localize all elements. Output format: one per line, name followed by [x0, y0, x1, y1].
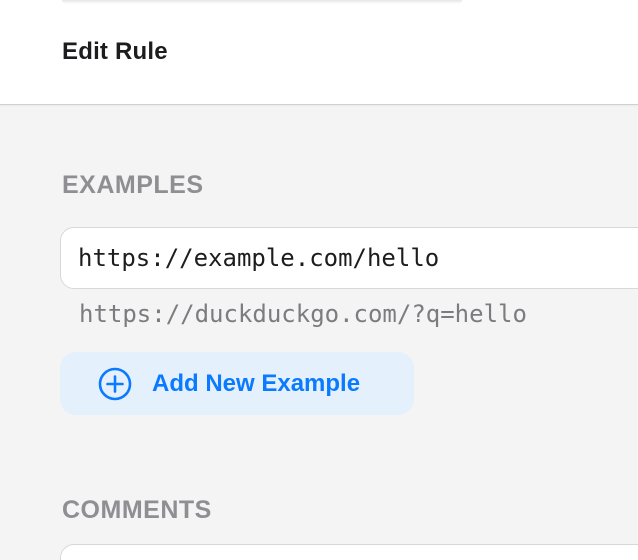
header-top-edge: [62, 0, 462, 4]
example-result-url: https://duckduckgo.com/?q=hello: [79, 300, 527, 328]
example-url-input[interactable]: [60, 227, 638, 289]
edit-rule-window: Edit Rule EXAMPLES https://duckduckgo.co…: [0, 0, 638, 560]
header-bar: Edit Rule: [0, 0, 638, 105]
add-new-example-label: Add New Example: [152, 369, 361, 397]
page-title: Edit Rule: [62, 38, 168, 65]
plus-circle-icon: [98, 367, 132, 401]
comments-section-title: COMMENTS: [62, 496, 212, 524]
examples-section-title: EXAMPLES: [62, 171, 204, 199]
add-new-example-button[interactable]: Add New Example: [60, 352, 414, 415]
comments-field[interactable]: [60, 544, 638, 560]
